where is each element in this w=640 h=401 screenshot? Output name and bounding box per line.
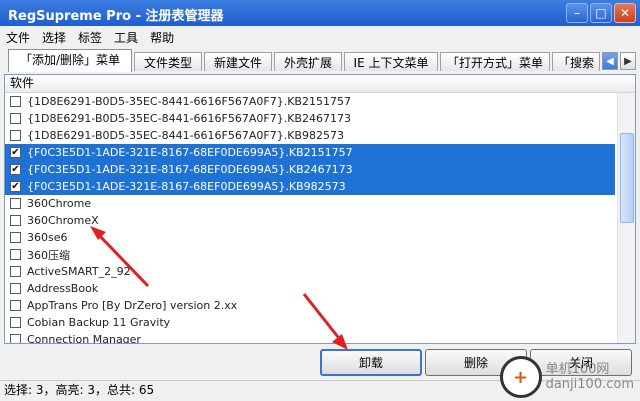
row-checkbox[interactable]: ✔	[10, 164, 21, 175]
tab-shell-extensions[interactable]: 外壳扩展	[274, 52, 342, 71]
software-list[interactable]: 软件 {1D8E6291-B0D5-35EC-8441-6616F567A0F7…	[4, 74, 636, 344]
row-checkbox[interactable]	[10, 130, 21, 141]
list-item[interactable]: ✔ {F0C3E5D1-1ADE-321E-8167-68EF0DE699A5}.…	[5, 161, 615, 178]
list-item[interactable]: Connection Manager	[5, 331, 635, 344]
row-checkbox[interactable]	[10, 300, 21, 311]
list-item-label: {F0C3E5D1-1ADE-321E-8167-68EF0DE699A5}.K…	[27, 163, 353, 176]
watermark-text: 单机100网 danji100.com	[546, 362, 634, 392]
vertical-scrollbar[interactable]	[617, 93, 635, 343]
list-item[interactable]: AppTrans Pro [By DrZero] version 2.xx	[5, 297, 635, 314]
list-item-label: 360ChromeX	[27, 214, 99, 227]
row-checkbox[interactable]	[10, 266, 21, 277]
row-checkbox[interactable]	[10, 232, 21, 243]
list-item-label: 360se6	[27, 231, 68, 244]
tab-search[interactable]: 「搜索	[552, 52, 600, 71]
row-checkbox[interactable]	[10, 249, 21, 260]
watermark: + 单机100网 danji100.com	[499, 356, 634, 398]
close-icon[interactable]: ✕	[614, 3, 636, 23]
menu-bar: 文件 选择 标签 工具 帮助	[0, 26, 640, 48]
list-item[interactable]: 360se6	[5, 229, 635, 246]
watermark-logo-icon: +	[499, 356, 542, 398]
tab-file-types[interactable]: 文件类型	[134, 52, 202, 71]
menu-help[interactable]: 帮助	[144, 26, 180, 48]
list-item-label: {F0C3E5D1-1ADE-321E-8167-68EF0DE699A5}.K…	[27, 146, 353, 159]
list-item[interactable]: ActiveSMART_2_92	[5, 263, 635, 280]
list-item[interactable]: 360Chrome	[5, 195, 635, 212]
title-bar: RegSupreme Pro - 注册表管理器 – □ ✕	[0, 0, 640, 26]
scrollbar-thumb[interactable]	[620, 133, 634, 223]
list-item-label: AddressBook	[27, 282, 99, 295]
window-title: RegSupreme Pro - 注册表管理器	[8, 9, 224, 24]
row-checkbox[interactable]	[10, 215, 21, 226]
list-item-label: {F0C3E5D1-1ADE-321E-8167-68EF0DE699A5}.K…	[27, 180, 346, 193]
menu-file[interactable]: 文件	[0, 26, 36, 48]
list-item[interactable]: 360ChromeX	[5, 212, 635, 229]
list-item[interactable]: {1D8E6291-B0D5-35EC-8441-6616F567A0F7}.K…	[5, 127, 635, 144]
tab-new-file[interactable]: 新建文件	[204, 52, 272, 71]
list-item-label: ActiveSMART_2_92	[27, 265, 131, 278]
menu-select[interactable]: 选择	[36, 26, 72, 48]
row-checkbox[interactable]: ✔	[10, 147, 21, 158]
minimize-icon[interactable]: –	[566, 3, 588, 23]
watermark-site-name: 单机100网	[545, 362, 610, 377]
list-item-label: Connection Manager	[27, 333, 141, 344]
list-item-label: {1D8E6291-B0D5-35EC-8441-6616F567A0F7}.K…	[27, 112, 351, 125]
row-checkbox[interactable]	[10, 317, 21, 328]
maximize-icon[interactable]: □	[590, 3, 612, 23]
list-item[interactable]: AddressBook	[5, 280, 635, 297]
menu-tools[interactable]: 工具	[108, 26, 144, 48]
list-header[interactable]: 软件	[5, 75, 635, 93]
tab-add-remove-menu[interactable]: 「添加/删除」菜单	[8, 49, 132, 72]
list-item[interactable]: 360压缩	[5, 246, 635, 263]
list-item-label: {1D8E6291-B0D5-35EC-8441-6616F567A0F7}.K…	[27, 129, 344, 142]
row-checkbox[interactable]: ✔	[10, 181, 21, 192]
list-item-label: 360Chrome	[27, 197, 92, 210]
uninstall-button[interactable]: 卸载	[320, 349, 422, 376]
tab-strip: 「添加/删除」菜单 文件类型 新建文件 外壳扩展 IE 上下文菜单 「打开方式」…	[4, 49, 636, 73]
list-item-label: Cobian Backup 11 Gravity	[27, 316, 171, 329]
row-checkbox[interactable]	[10, 113, 21, 124]
list-item[interactable]: {1D8E6291-B0D5-35EC-8441-6616F567A0F7}.K…	[5, 110, 635, 127]
tab-scroll-left-icon[interactable]: ◀	[602, 52, 618, 70]
row-checkbox[interactable]	[10, 283, 21, 294]
list-item-label: {1D8E6291-B0D5-35EC-8441-6616F567A0F7}.K…	[27, 95, 351, 108]
list-item[interactable]: Cobian Backup 11 Gravity	[5, 314, 635, 331]
list-item[interactable]: ✔ {F0C3E5D1-1ADE-321E-8167-68EF0DE699A5}.…	[5, 178, 615, 195]
row-checkbox[interactable]	[10, 334, 21, 343]
tab-scroll-right-icon[interactable]: ▶	[620, 52, 636, 70]
watermark-site-url: danji100.com	[545, 377, 634, 392]
list-item[interactable]: {1D8E6291-B0D5-35EC-8441-6616F567A0F7}.K…	[5, 93, 635, 110]
window-controls: – □ ✕	[566, 3, 636, 23]
row-checkbox[interactable]	[10, 96, 21, 107]
list-rows: {1D8E6291-B0D5-35EC-8441-6616F567A0F7}.K…	[5, 93, 635, 344]
menu-tag[interactable]: 标签	[72, 26, 108, 48]
list-item[interactable]: ✔ {F0C3E5D1-1ADE-321E-8167-68EF0DE699A5}.…	[5, 144, 615, 161]
list-item-label: 360压缩	[27, 248, 70, 262]
row-checkbox[interactable]	[10, 198, 21, 209]
tab-ie-context-menu[interactable]: IE 上下文菜单	[344, 52, 438, 71]
tab-open-with-menu[interactable]: 「打开方式」菜单	[440, 52, 550, 71]
list-item-label: AppTrans Pro [By DrZero] version 2.xx	[27, 299, 238, 312]
